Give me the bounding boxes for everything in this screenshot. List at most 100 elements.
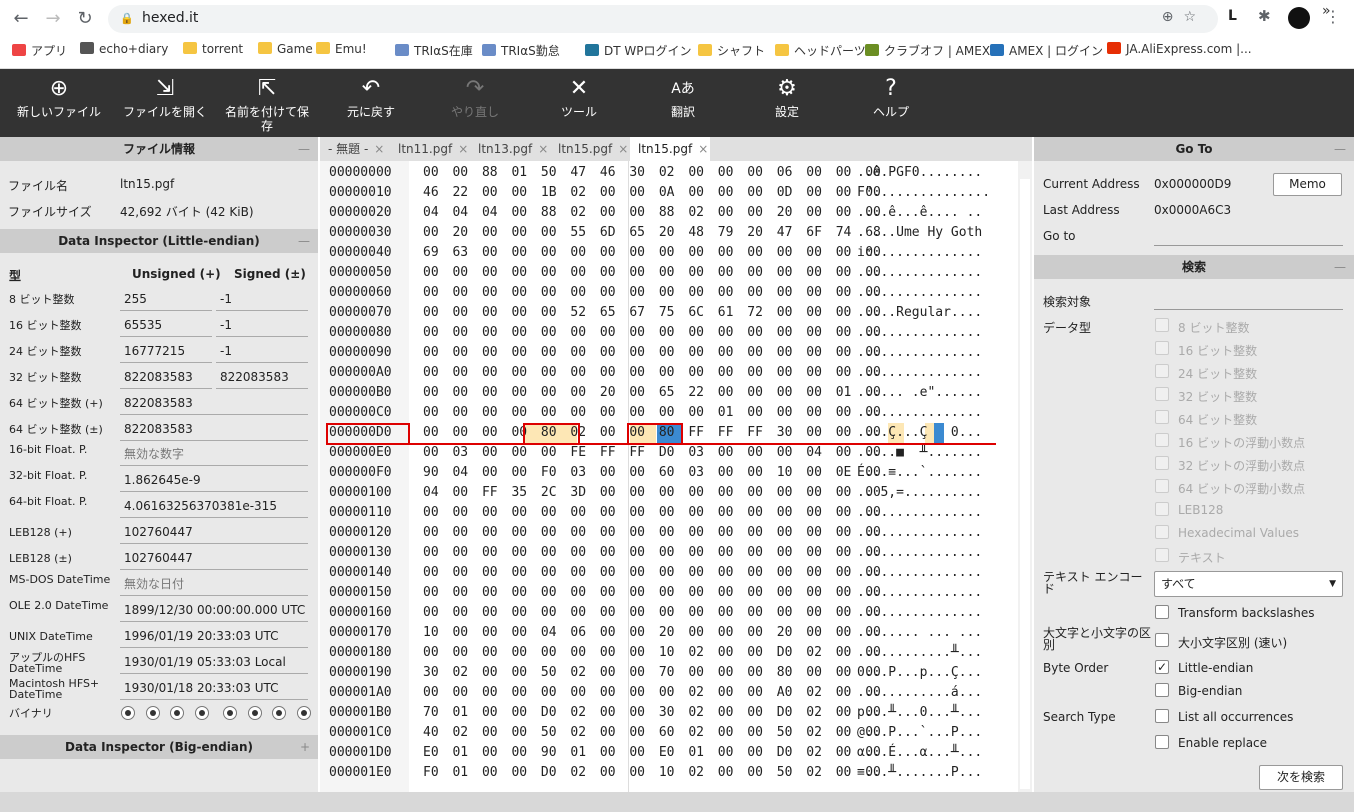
bookmark-item[interactable]: torrent bbox=[183, 42, 243, 56]
goto-input[interactable] bbox=[1154, 233, 1343, 246]
signed-value[interactable]: 822083583 bbox=[216, 365, 308, 389]
row-ascii[interactable]: É...≡...`....... bbox=[857, 463, 982, 483]
case-checkbox[interactable] bbox=[1155, 633, 1169, 647]
row-bytes[interactable]: 00 20 00 00 00 55 6D 65 20 48 79 20 47 6… bbox=[423, 223, 881, 243]
bookmark-star-icon[interactable]: ⊕☆ bbox=[1162, 9, 1206, 25]
row-ascii[interactable]: ...... .e"...... bbox=[857, 383, 982, 403]
row-bytes[interactable]: 00 00 00 00 00 00 00 00 00 00 00 00 00 0… bbox=[423, 603, 881, 623]
collapse-icon[interactable]: — bbox=[1334, 137, 1346, 161]
file-tab[interactable]: - 無題 - × bbox=[320, 137, 390, 161]
close-icon[interactable]: × bbox=[374, 142, 384, 156]
row-ascii[interactable]: ................ bbox=[857, 263, 982, 283]
row-ascii[interactable]: ................ bbox=[857, 543, 982, 563]
file-tab[interactable]: ltn11.pgf × bbox=[390, 137, 470, 161]
row-bytes[interactable]: 30 02 00 00 50 02 00 00 70 00 00 00 80 0… bbox=[423, 663, 881, 683]
toolbar-button[interactable]: ⚙ 設定 bbox=[746, 69, 828, 137]
toolbar-button[interactable]: ✕ ツール bbox=[538, 69, 620, 137]
extension-l-icon[interactable]: L bbox=[1228, 8, 1237, 24]
inspector-value[interactable]: 102760447 bbox=[120, 546, 308, 570]
close-icon[interactable]: × bbox=[458, 142, 468, 156]
forward-icon[interactable]: → bbox=[40, 6, 66, 32]
row-bytes[interactable]: 90 04 00 00 F0 03 00 00 60 03 00 00 10 0… bbox=[423, 463, 881, 483]
data-type-checkbox[interactable] bbox=[1155, 341, 1169, 355]
goto-header[interactable]: Go To — bbox=[1034, 137, 1354, 161]
row-bytes[interactable]: 00 00 00 00 00 00 00 00 10 02 00 00 D0 0… bbox=[423, 643, 881, 663]
row-ascii[interactable]: ............á... bbox=[857, 683, 982, 703]
inspector-le-header[interactable]: Data Inspector (Little-endian) — bbox=[0, 229, 318, 253]
reload-icon[interactable]: ↻ bbox=[72, 6, 98, 32]
collapse-icon[interactable]: — bbox=[1334, 255, 1346, 279]
big-endian-checkbox[interactable] bbox=[1155, 683, 1169, 697]
enable-replace-checkbox[interactable] bbox=[1155, 735, 1169, 749]
inspector-value[interactable]: 4.06163256370381e-315 bbox=[120, 494, 308, 519]
inspector-value[interactable]: 1.862645e-9 bbox=[120, 468, 308, 493]
row-ascii[interactable]: ............╨... bbox=[857, 643, 982, 663]
row-bytes[interactable]: 46 22 00 00 1B 02 00 00 0A 00 00 00 0D 0… bbox=[423, 183, 881, 203]
row-bytes[interactable]: 00 00 00 00 00 00 00 00 00 00 01 00 00 0… bbox=[423, 403, 881, 423]
unsigned-value[interactable]: 65535 bbox=[120, 313, 212, 337]
bookmark-item[interactable]: TRIαS勤怠 bbox=[482, 42, 560, 59]
back-icon[interactable]: ← bbox=[8, 6, 34, 32]
toolbar-button[interactable]: ↶ 元に戻す bbox=[330, 69, 412, 137]
row-ascii[interactable]: .....Regular.... bbox=[857, 303, 982, 323]
inspector-value[interactable]: 822083583 bbox=[120, 391, 308, 415]
row-ascii[interactable]: ....Ç...Ç 0... bbox=[857, 423, 982, 443]
bookmark-item[interactable]: echo+diary bbox=[80, 42, 168, 56]
collapse-icon[interactable]: — bbox=[298, 229, 310, 253]
close-icon[interactable]: × bbox=[698, 142, 708, 156]
bookmark-item[interactable]: シャフト bbox=[698, 42, 765, 59]
bookmark-item[interactable]: アプリ bbox=[12, 42, 67, 59]
row-bytes[interactable]: 70 01 00 00 D0 02 00 00 30 02 00 00 D0 0… bbox=[423, 703, 881, 723]
data-type-checkbox[interactable] bbox=[1155, 456, 1169, 470]
row-bytes[interactable]: 00 00 00 00 00 00 00 00 00 00 00 00 00 0… bbox=[423, 523, 881, 543]
inspector-value[interactable]: 1930/01/19 05:33:03 Local bbox=[120, 650, 308, 674]
row-bytes[interactable]: 10 00 00 00 04 06 00 00 20 00 00 00 20 0… bbox=[423, 623, 881, 643]
file-tab[interactable]: ltn15.pgf × bbox=[550, 137, 630, 161]
data-type-checkbox[interactable] bbox=[1155, 433, 1169, 447]
row-bytes[interactable]: 00 03 00 00 00 FE FF FF D0 03 00 00 00 0… bbox=[423, 443, 881, 463]
unsigned-value[interactable]: 822083583 bbox=[120, 365, 212, 389]
bookmark-item[interactable]: TRIαS在庫 bbox=[395, 42, 473, 59]
hex-grid[interactable]: 00000000 00 00 88 01 50 47 46 30 02 00 00… bbox=[320, 161, 1018, 792]
row-ascii[interactable]: ................ bbox=[857, 343, 982, 363]
data-type-checkbox[interactable] bbox=[1155, 387, 1169, 401]
row-bytes[interactable]: F0 01 00 00 D0 02 00 00 10 02 00 00 50 0… bbox=[423, 763, 881, 783]
list-all-checkbox[interactable] bbox=[1155, 709, 1169, 723]
row-bytes[interactable]: 00 00 00 00 00 00 00 00 00 00 00 00 00 0… bbox=[423, 543, 881, 563]
memo-button[interactable]: Memo bbox=[1273, 173, 1342, 196]
url-text[interactable]: hexed.it bbox=[142, 10, 198, 26]
find-next-button[interactable]: 次を検索 bbox=[1259, 765, 1343, 790]
data-type-checkbox[interactable] bbox=[1155, 364, 1169, 378]
expand-icon[interactable]: + bbox=[300, 735, 310, 759]
row-bytes[interactable]: 40 02 00 00 50 02 00 00 60 02 00 00 50 0… bbox=[423, 723, 881, 743]
row-bytes[interactable]: 00 00 00 00 00 00 00 00 00 00 00 00 00 0… bbox=[423, 323, 881, 343]
row-ascii[interactable]: ................ bbox=[857, 583, 982, 603]
bookmark-item[interactable]: DT WPログイン bbox=[585, 42, 692, 59]
signed-value[interactable]: -1 bbox=[216, 287, 308, 311]
row-bytes[interactable]: 04 00 FF 35 2C 3D 00 00 00 00 00 00 00 0… bbox=[423, 483, 881, 503]
data-type-checkbox[interactable] bbox=[1155, 525, 1169, 539]
row-bytes[interactable]: 00 00 00 00 00 00 00 00 00 00 00 00 00 0… bbox=[423, 363, 881, 383]
data-type-checkbox[interactable] bbox=[1155, 502, 1169, 516]
binary-bit-radio[interactable] bbox=[247, 706, 262, 721]
little-endian-checkbox[interactable]: ✓ bbox=[1155, 660, 1169, 674]
row-ascii[interactable]: . ...Ume Hy Goth bbox=[857, 223, 982, 243]
transform-checkbox[interactable] bbox=[1155, 605, 1169, 619]
unsigned-value[interactable]: 255 bbox=[120, 287, 212, 311]
row-ascii[interactable]: p...╨...0...╨... bbox=[857, 703, 982, 723]
row-bytes[interactable]: 00 00 00 00 00 00 00 00 00 00 00 00 00 0… bbox=[423, 583, 881, 603]
signed-value[interactable]: -1 bbox=[216, 339, 308, 363]
inspector-value[interactable]: 102760447 bbox=[120, 520, 308, 545]
encoding-select[interactable]: すべて ▼ bbox=[1154, 571, 1343, 597]
binary-bit-radio[interactable] bbox=[170, 706, 184, 721]
row-ascii[interactable]: ....ê...ê.... .. bbox=[857, 203, 982, 223]
row-ascii[interactable]: ........ ... ... bbox=[857, 623, 982, 643]
binary-bit-radio[interactable] bbox=[296, 706, 311, 721]
row-bytes[interactable]: 00 00 00 00 00 00 00 00 00 00 00 00 00 0… bbox=[423, 503, 881, 523]
close-icon[interactable]: × bbox=[538, 142, 548, 156]
toolbar-button[interactable]: Aあ 翻訳 bbox=[642, 69, 724, 137]
binary-bit-radio[interactable] bbox=[272, 706, 286, 721]
row-ascii[interactable]: ................ bbox=[857, 283, 982, 303]
row-ascii[interactable]: ................ bbox=[857, 603, 982, 623]
inspector-value[interactable]: 1899/12/30 00:00:00.000 UTC bbox=[120, 598, 308, 622]
